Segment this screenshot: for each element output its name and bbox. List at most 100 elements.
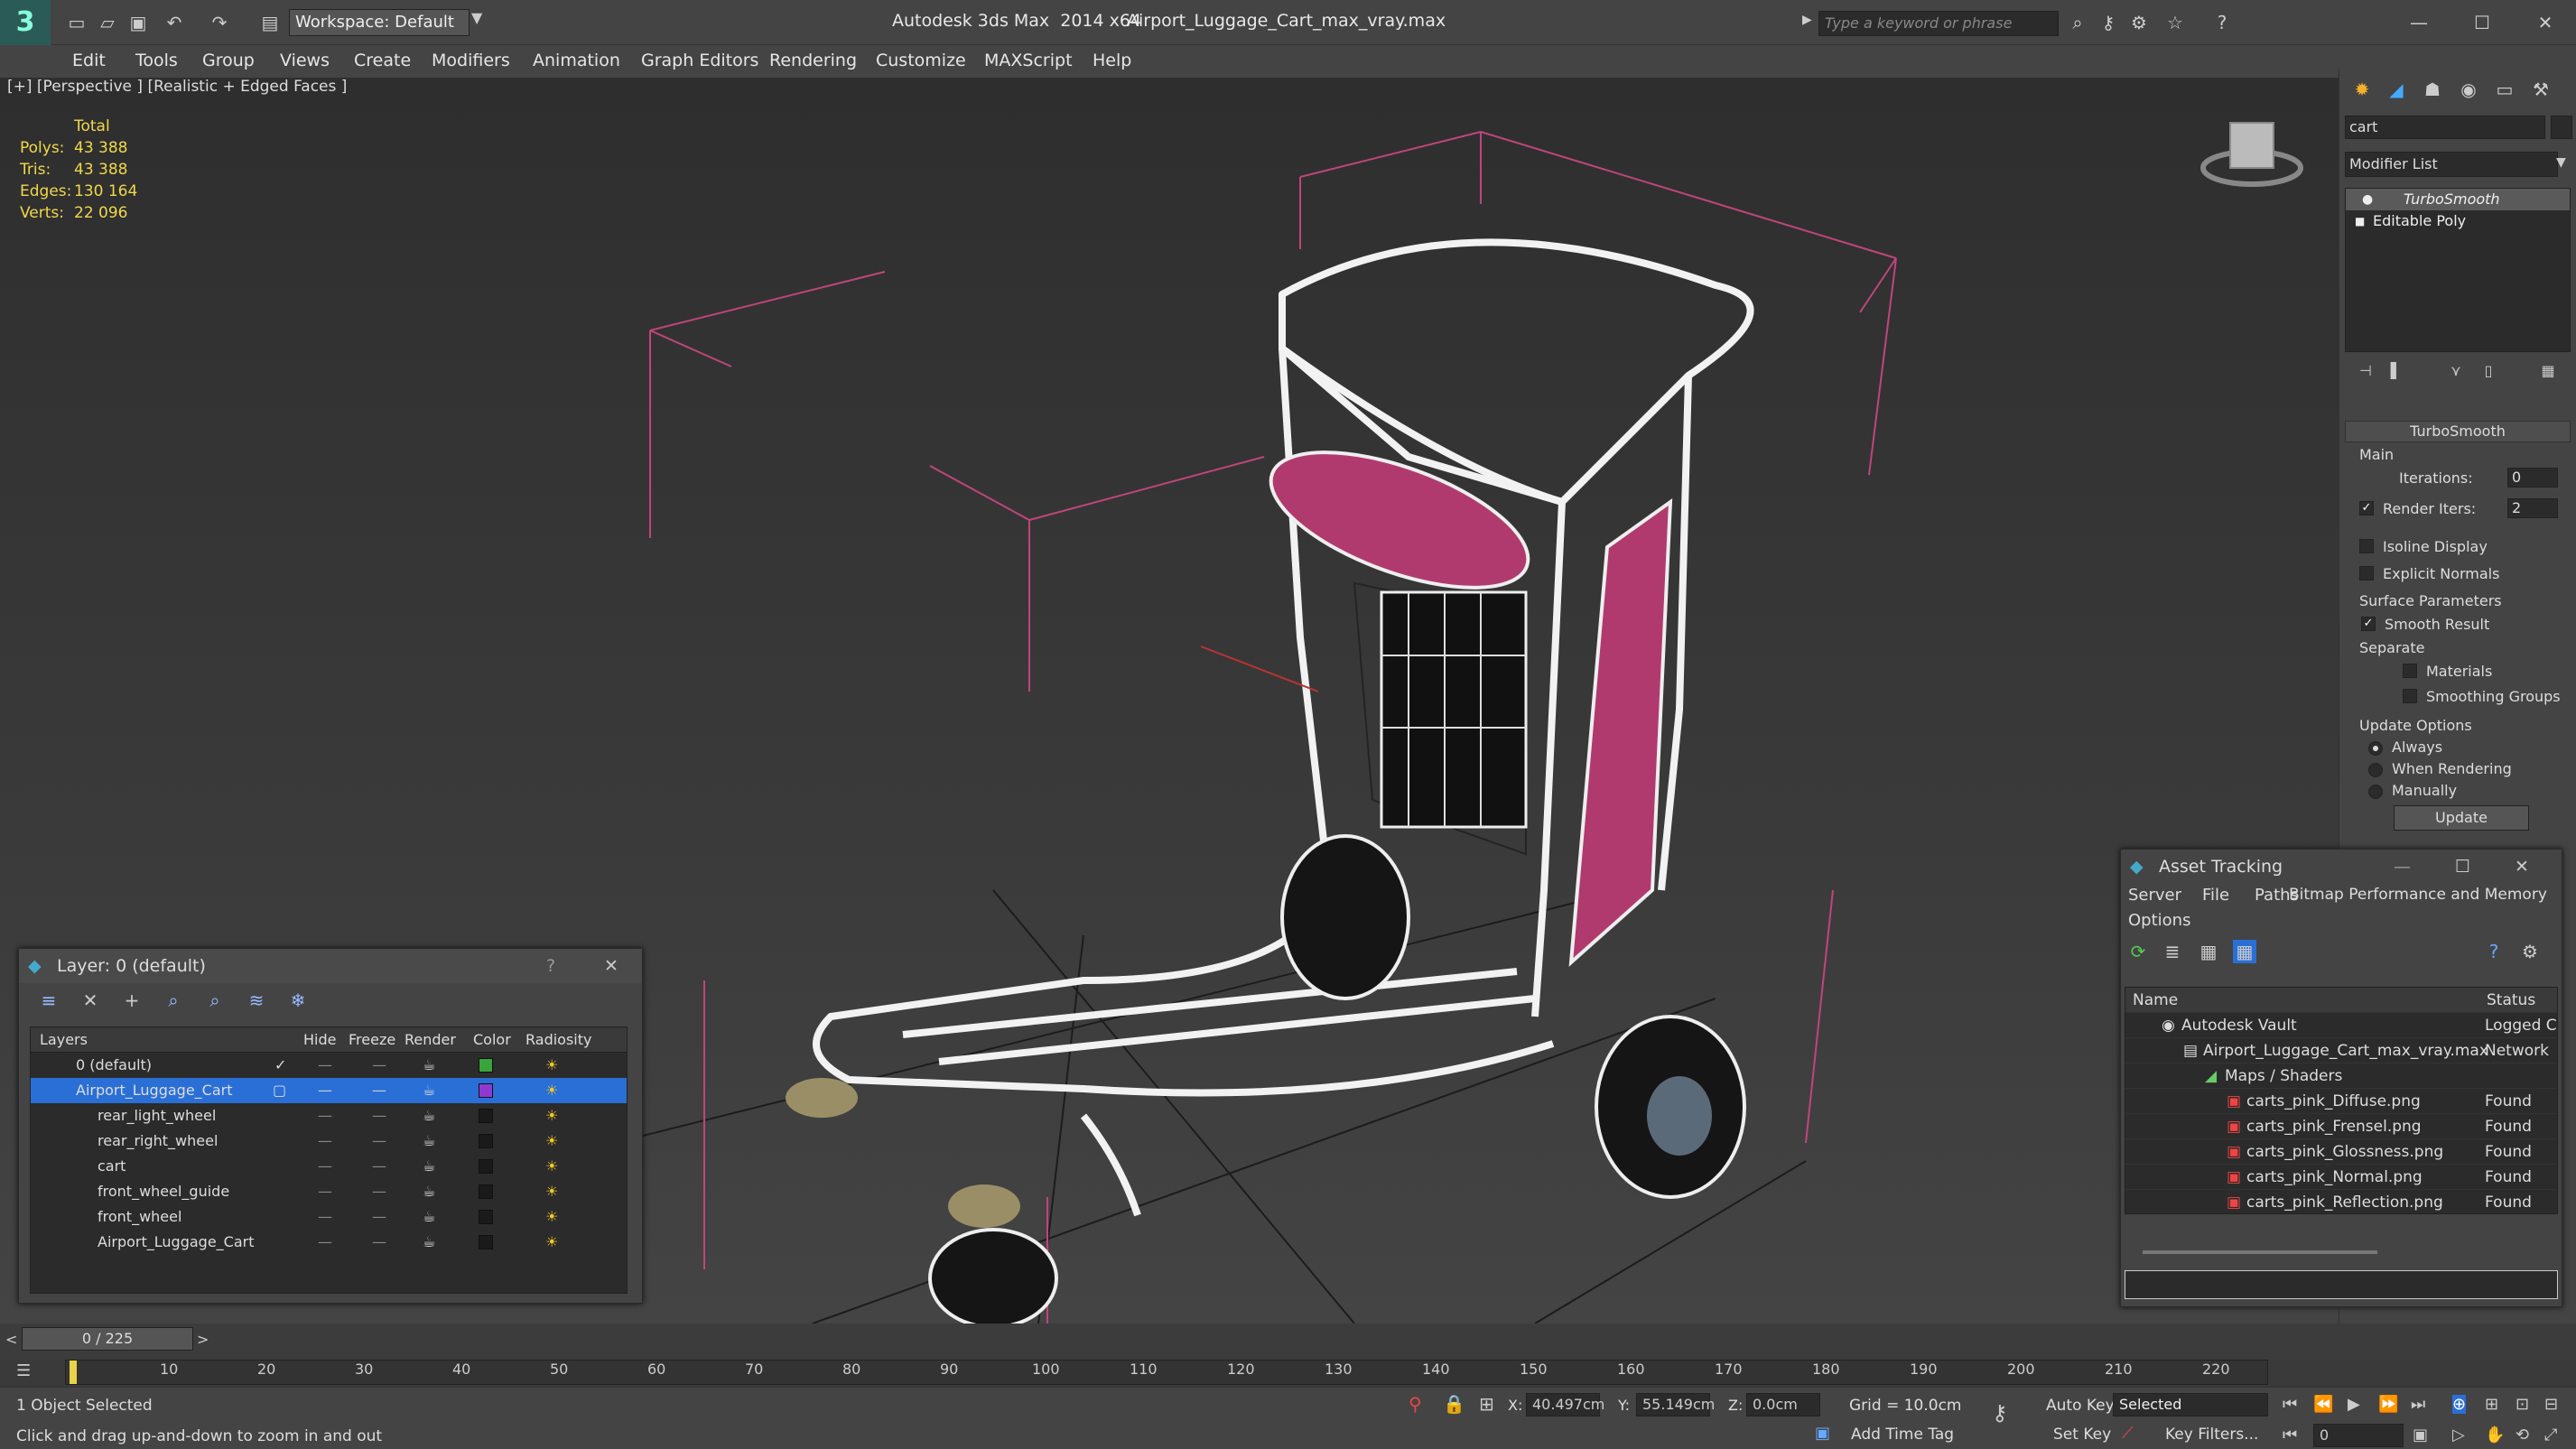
previous-key-icon[interactable]: ⏪ <box>2313 1395 2333 1414</box>
maximize-viewport-icon[interactable]: ⤢ <box>2544 1426 2557 1444</box>
col-status[interactable]: Status <box>2487 988 2535 1013</box>
object-row[interactable]: rear_light_wheel — — ☕ ☀ <box>31 1103 627 1129</box>
help-icon[interactable]: ? <box>2210 11 2234 34</box>
freeze-toggle[interactable]: — <box>372 1230 386 1255</box>
freeze-toggle[interactable]: — <box>372 1154 386 1179</box>
asset-row[interactable]: ▣ carts_pink_Frensel.png Found <box>2125 1114 2557 1139</box>
render-teapot-icon[interactable]: ☕ <box>423 1129 435 1154</box>
asset-path-field[interactable] <box>2125 1270 2558 1299</box>
key-icon[interactable]: ⚷ <box>2097 11 2120 34</box>
key-mode-toggle-icon[interactable]: ⏮ <box>2283 1426 2297 1444</box>
minimize-icon[interactable]: — <box>2394 850 2411 884</box>
col-radiosity[interactable]: Radiosity <box>525 1027 591 1053</box>
add-to-layer-icon[interactable]: + <box>120 989 144 1012</box>
menu-modifiers[interactable]: Modifiers <box>432 51 510 70</box>
explicit-normals-checkbox[interactable] <box>2359 563 2381 581</box>
render-teapot-icon[interactable]: ☕ <box>423 1230 435 1255</box>
current-time-marker[interactable] <box>70 1361 77 1384</box>
asset-name[interactable]: Maps / Shaders <box>2225 1064 2342 1089</box>
menu-edit[interactable]: Edit <box>72 51 106 70</box>
zoom-icon[interactable]: ⊕ <box>2452 1395 2467 1414</box>
table-view-icon[interactable]: ▦ <box>2197 940 2220 963</box>
delete-layer-icon[interactable]: ✕ <box>79 989 102 1012</box>
hide-toggle[interactable]: — <box>318 1179 332 1204</box>
refresh-icon[interactable]: ⟳ <box>2126 940 2150 963</box>
asset-name[interactable]: carts_pink_Frensel.png <box>2246 1114 2422 1139</box>
layer-name[interactable]: Airport_Luggage_Cart <box>76 1078 232 1103</box>
object-row[interactable]: rear_right_wheel — — ☕ ☀ <box>31 1129 627 1154</box>
object-name-field[interactable]: cart <box>2345 116 2545 139</box>
list-view-icon[interactable]: ≣ <box>2161 940 2184 963</box>
freeze-toggle[interactable]: — <box>372 1204 386 1230</box>
layer-name[interactable]: 0 (default) <box>76 1053 152 1078</box>
render-iters-checkbox[interactable]: ✓ <box>2359 498 2381 516</box>
smoothing-groups-checkbox[interactable] <box>2403 686 2424 703</box>
asset-name[interactable]: carts_pink_Glossness.png <box>2246 1139 2443 1165</box>
object-row[interactable]: Airport_Luggage_Cart — — ☕ ☀ <box>31 1230 627 1255</box>
freeze-toggle[interactable]: — <box>372 1053 386 1078</box>
radiosity-icon[interactable]: ☀ <box>545 1053 558 1078</box>
menu-help[interactable]: Help <box>1093 51 1131 70</box>
asset-row[interactable]: ◉ Autodesk Vault Logged C <box>2125 1013 2557 1038</box>
binoculars-icon[interactable]: ⌕ <box>2066 11 2089 34</box>
render-teapot-icon[interactable]: ☕ <box>423 1053 435 1078</box>
star-icon[interactable]: ☆ <box>2163 11 2187 34</box>
object-row[interactable]: cart — — ☕ ☀ <box>31 1154 627 1179</box>
fov-icon[interactable]: ▷ <box>2452 1426 2465 1444</box>
col-freeze[interactable]: Freeze <box>349 1027 395 1053</box>
col-render[interactable]: Render <box>405 1027 456 1053</box>
rollout-header[interactable]: TurboSmooth <box>2345 421 2571 442</box>
object-color-swatch[interactable] <box>2551 116 2572 139</box>
layer-color-swatch[interactable] <box>479 1058 493 1073</box>
hide-toggle[interactable]: — <box>318 1103 332 1129</box>
display-tab-icon[interactable]: ▭ <box>2493 78 2516 101</box>
open-file-icon[interactable]: ▱ <box>96 11 119 34</box>
workspace-dropdown[interactable]: Workspace: Default <box>289 9 470 36</box>
radiosity-icon[interactable]: ☀ <box>545 1103 558 1129</box>
utilities-tab-icon[interactable]: ⚒ <box>2529 78 2553 101</box>
settings-icon[interactable]: ⚙ <box>2518 940 2542 963</box>
remove-modifier-icon[interactable]: ▯ <box>2477 359 2500 383</box>
redo-icon[interactable]: ↷ <box>208 11 231 34</box>
help-icon[interactable]: ? <box>2482 940 2506 963</box>
menu-graph-editors[interactable]: Graph Editors <box>641 51 758 70</box>
key-mode-icon[interactable]: ⚷ <box>1992 1400 2008 1426</box>
asset-panel-titlebar[interactable]: ◆ Asset Tracking — ☐ ✕ <box>2121 850 2562 884</box>
menu-customize[interactable]: Customize <box>876 51 966 70</box>
stack-item-editable-poly[interactable]: ■ Editable Poly <box>2346 210 2570 232</box>
object-row[interactable]: front_wheel_guide — — ☕ ☀ <box>31 1179 627 1204</box>
freeze-toggle[interactable]: — <box>372 1179 386 1204</box>
asset-name[interactable]: carts_pink_Reflection.png <box>2246 1190 2443 1213</box>
freeze-toggle[interactable]: — <box>372 1103 386 1129</box>
next-key-icon[interactable]: ⏩ <box>2378 1395 2398 1414</box>
freeze-toggle[interactable]: — <box>372 1129 386 1154</box>
layer-row[interactable]: 0 (default) ✓ — — ☕ ☀ <box>31 1053 627 1078</box>
object-row[interactable]: front_wheel — — ☕ ☀ <box>31 1204 627 1230</box>
stack-item-turbosmooth[interactable]: ● TurboSmooth <box>2346 189 2570 210</box>
asset-name[interactable]: carts_pink_Diffuse.png <box>2246 1089 2421 1114</box>
key-filters-button[interactable]: Key Filters... <box>2165 1426 2258 1444</box>
highlight-layer-icon[interactable]: ⌕ <box>203 989 227 1012</box>
asset-scrollbar[interactable] <box>2143 1250 2377 1254</box>
hide-toggle[interactable]: — <box>318 1154 332 1179</box>
grid-view-icon[interactable]: ▦ <box>2233 940 2256 963</box>
layer-color-swatch[interactable] <box>479 1109 493 1123</box>
layer-color-swatch[interactable] <box>479 1184 493 1199</box>
light-bulb-icon[interactable]: ● <box>2362 189 2373 210</box>
object-name[interactable]: cart <box>98 1154 126 1179</box>
menu-rendering[interactable]: Rendering <box>769 51 857 70</box>
iterations-spinner[interactable]: 0 <box>2507 468 2558 488</box>
object-name[interactable]: front_wheel_guide <box>98 1179 229 1204</box>
col-hide[interactable]: Hide <box>303 1027 336 1053</box>
pan-icon[interactable]: ✋ <box>2485 1426 2505 1444</box>
time-tag-icon[interactable]: ▣ <box>1815 1424 1830 1443</box>
undo-icon[interactable]: ↶ <box>163 11 186 34</box>
asset-menu-bitmap[interactable]: Bitmap Performance and Memory <box>2289 886 2547 904</box>
col-name[interactable]: Name <box>2133 988 2178 1013</box>
object-name[interactable]: rear_light_wheel <box>98 1103 216 1129</box>
time-slider[interactable]: < 0 / 225 > <box>0 1324 2576 1360</box>
asset-menu-options[interactable]: Options <box>2128 911 2190 930</box>
help-icon[interactable]: ? <box>546 949 555 983</box>
track-ruler[interactable]: 0 10 20 30 40 50 60 70 80 90 100 110 120… <box>65 1360 2268 1403</box>
auto-key-button[interactable]: Auto Key <box>2046 1397 2115 1415</box>
